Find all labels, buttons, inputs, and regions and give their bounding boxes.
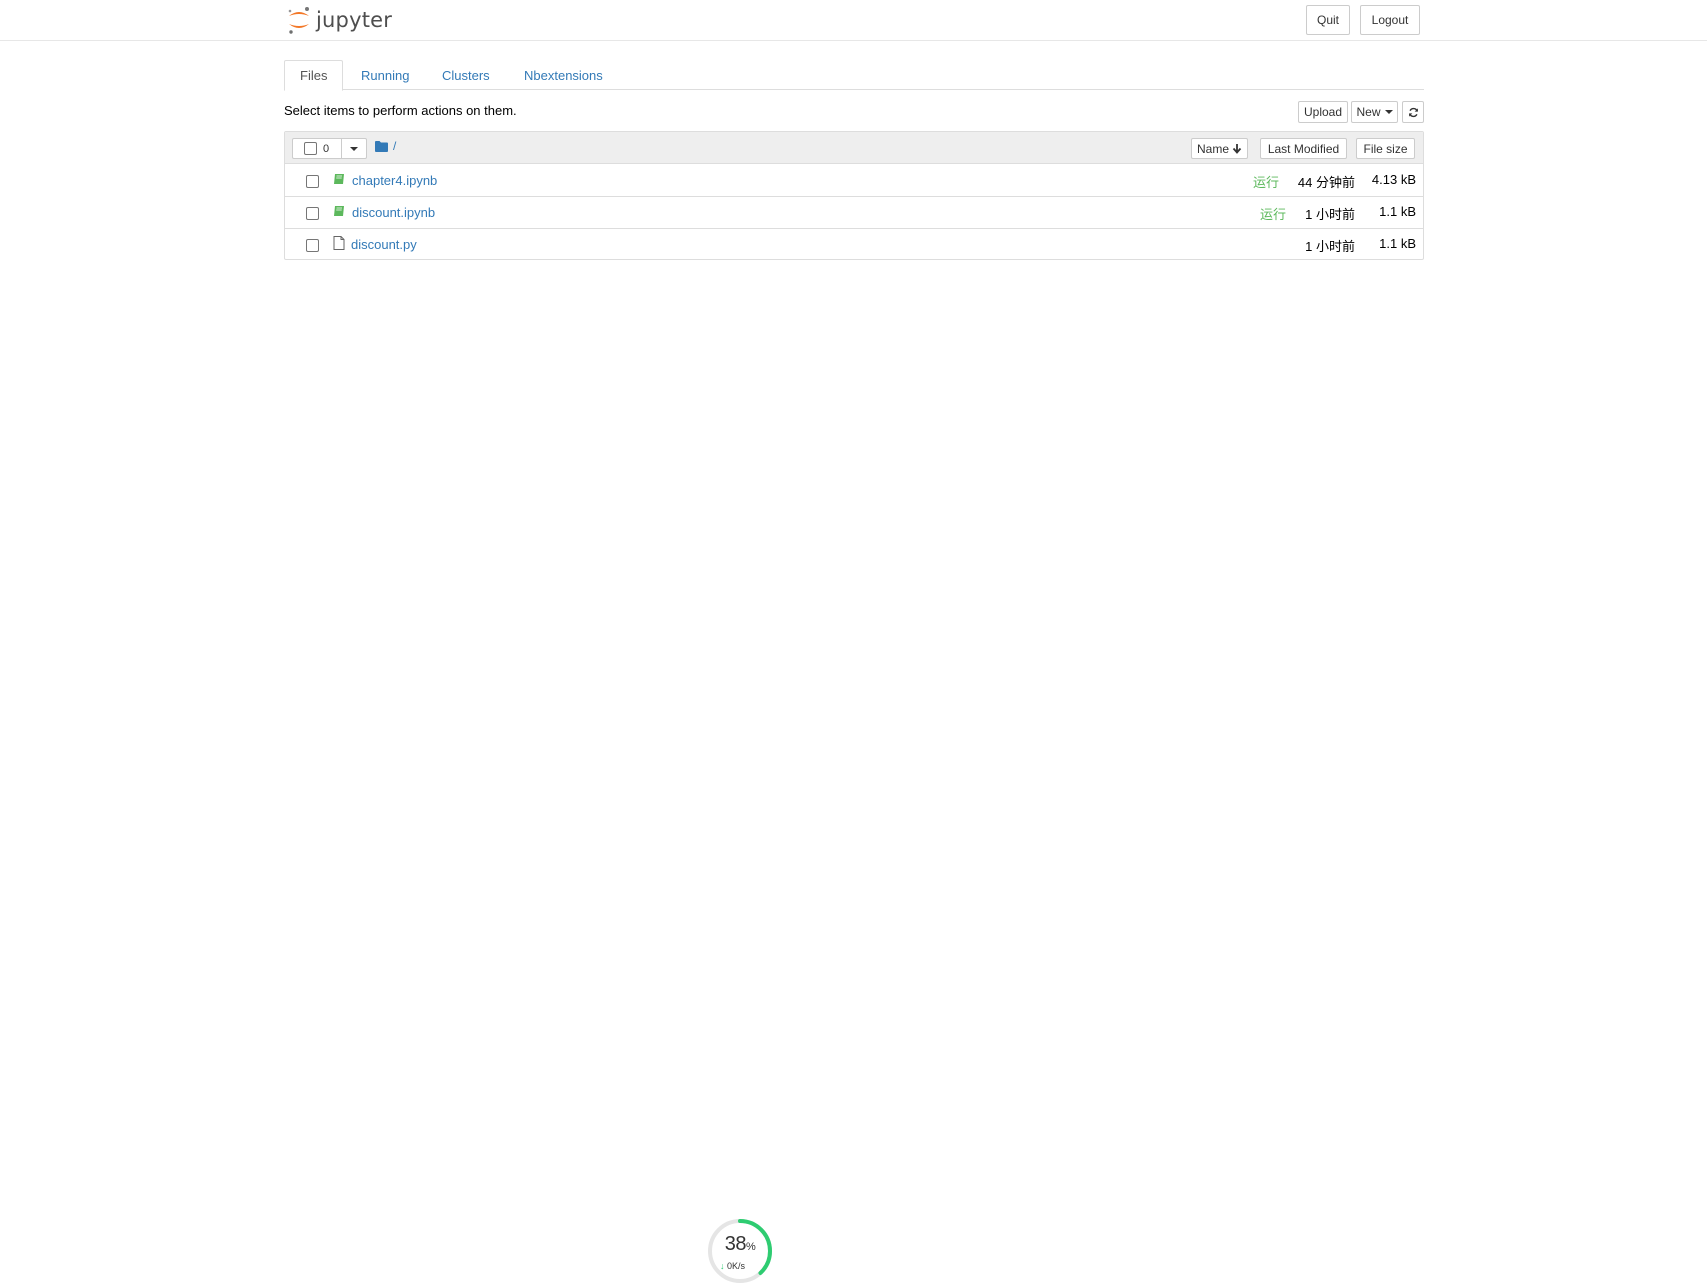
new-button-label: New — [1356, 105, 1381, 119]
last-modified: 1 小时前 — [1305, 207, 1355, 222]
arrow-down-icon — [1232, 144, 1242, 154]
notebook-icon — [334, 174, 344, 184]
file-link[interactable]: discount.ipynb — [352, 205, 435, 220]
tab-clusters[interactable]: Clusters — [427, 60, 505, 90]
jupyter-logo[interactable]: jupyter — [286, 5, 392, 35]
tab-bar: Files Running Clusters Nbextensions — [284, 60, 1424, 91]
breadcrumb-root[interactable]: / — [393, 139, 396, 153]
list-item[interactable]: discount.ipynb 运行 1 小时前 1.1 kB — [285, 197, 1423, 229]
logout-button[interactable]: Logout — [1360, 5, 1420, 35]
jupyter-logo-icon — [288, 7, 309, 34]
network-percent: 38% — [706, 1233, 774, 1256]
tab-files[interactable]: Files — [284, 60, 344, 91]
network-speed-value: 0K/s — [727, 1261, 746, 1271]
item-checkbox[interactable] — [306, 239, 319, 252]
sort-name-label: Name — [1196, 141, 1229, 156]
header-bar: jupyter Quit Logout — [0, 0, 1707, 41]
refresh-icon — [1408, 107, 1418, 117]
item-checkbox[interactable] — [306, 175, 319, 188]
list-item[interactable]: discount.py 1 小时前 1.1 kB — [285, 229, 1423, 261]
select-menu-button[interactable] — [342, 138, 367, 159]
selection-hint: Select items to perform actions on them. — [284, 103, 517, 118]
sort-by-name-button[interactable]: Name — [1191, 138, 1248, 159]
network-percent-value: 38 — [724, 1233, 747, 1255]
running-indicator: 运行 — [1253, 175, 1280, 190]
network-speed-widget[interactable]: 38% ↓ 0K/s — [706, 1217, 774, 1285]
tab-running[interactable]: Running — [346, 60, 424, 90]
file-link[interactable]: discount.py — [351, 237, 417, 252]
sort-by-size-button[interactable]: File size — [1356, 138, 1415, 159]
select-all-checkbox[interactable] — [304, 142, 317, 155]
file-icon — [333, 236, 345, 250]
sort-by-modified-button[interactable]: Last Modified — [1260, 138, 1347, 159]
last-modified: 1 小时前 — [1305, 239, 1355, 254]
file-size: 4.13 kB — [1371, 172, 1416, 187]
select-all-control[interactable]: 0 — [292, 138, 342, 159]
select-all-group: 0 — [292, 138, 367, 159]
percent-sign: % — [745, 1241, 756, 1253]
download-arrow-icon: ↓ — [720, 1261, 725, 1271]
refresh-button[interactable] — [1402, 101, 1424, 123]
file-size: 1.1 kB — [1379, 204, 1416, 219]
caret-down-icon — [350, 146, 358, 151]
selected-count: 0 — [323, 142, 330, 155]
network-speed: ↓ 0K/s — [720, 1261, 745, 1271]
notebook-icon — [334, 206, 344, 216]
tab-nbextensions[interactable]: Nbextensions — [509, 60, 618, 90]
upload-button[interactable]: Upload — [1298, 101, 1348, 123]
file-list-header: 0 / Name Last Modified File size — [285, 132, 1423, 164]
file-size: 1.1 kB — [1379, 236, 1416, 251]
breadcrumb: / — [375, 139, 396, 153]
folder-icon[interactable] — [375, 140, 388, 152]
file-list: 0 / Name Last Modified File size chapter… — [284, 131, 1424, 260]
last-modified: 44 分钟前 — [1297, 175, 1355, 190]
new-button[interactable]: New — [1351, 101, 1398, 123]
list-item[interactable]: chapter4.ipynb 运行 44 分钟前 4.13 kB — [285, 165, 1423, 197]
quit-button[interactable]: Quit — [1306, 5, 1350, 35]
file-link[interactable]: chapter4.ipynb — [352, 173, 437, 188]
logo-text: jupyter — [316, 8, 393, 32]
item-checkbox[interactable] — [306, 207, 319, 220]
caret-down-icon — [1384, 110, 1393, 114]
